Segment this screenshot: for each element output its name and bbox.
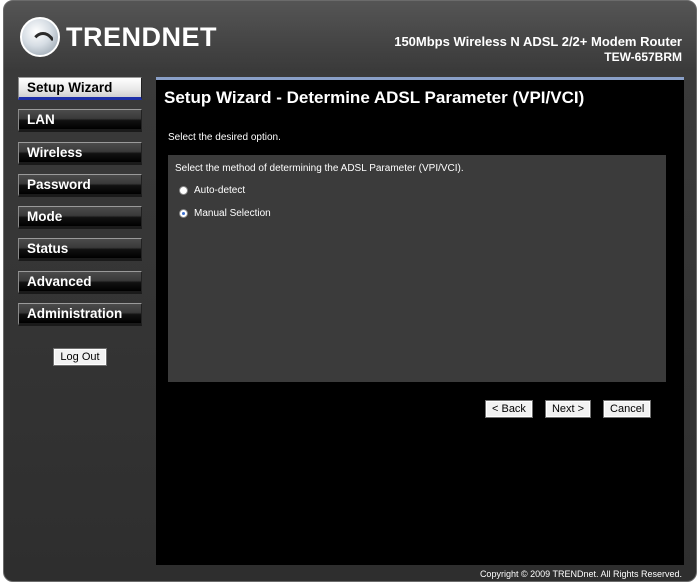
router-admin-window: TRENDNET 150Mbps Wireless N ADSL 2/2+ Mo… [3, 0, 697, 582]
sidebar-item-mode[interactable]: Mode [18, 206, 142, 230]
logout-button[interactable]: Log Out [53, 348, 107, 366]
auto-detect-radio[interactable] [179, 186, 188, 195]
instruction-text: Select the desired option. [168, 132, 281, 143]
option-box: Select the method of determining the ADS… [168, 155, 666, 382]
sidebar-item-password[interactable]: Password [18, 173, 142, 197]
wizard-actions: < Back Next > Cancel [485, 400, 652, 418]
product-info: 150Mbps Wireless N ADSL 2/2+ Modem Route… [394, 34, 682, 64]
product-name: 150Mbps Wireless N ADSL 2/2+ Modem Route… [394, 34, 682, 49]
manual-selection-radio[interactable] [179, 209, 188, 218]
next-button[interactable]: Next > [544, 400, 592, 418]
sidebar-item-lan[interactable]: LAN [18, 109, 142, 133]
auto-detect-option[interactable]: Auto-detect [179, 185, 245, 196]
manual-selection-label: Manual Selection [194, 208, 271, 219]
manual-selection-option[interactable]: Manual Selection [179, 208, 271, 219]
sidebar-item-advanced[interactable]: Advanced [18, 270, 142, 294]
trendnet-logo: TRENDNET [20, 15, 217, 59]
logout-container: Log Out [18, 347, 142, 366]
sidebar-item-administration[interactable]: Administration [18, 303, 142, 327]
sidebar-item-setup-wizard[interactable]: Setup Wizard [18, 77, 142, 100]
main-panel: Setup Wizard - Determine ADSL Parameter … [156, 77, 684, 565]
page-title: Setup Wizard - Determine ADSL Parameter … [164, 88, 585, 107]
sidebar-item-status[interactable]: Status [18, 238, 142, 262]
logo-text: TRENDNET [66, 21, 217, 52]
sidebar-nav: Setup Wizard LAN Wireless Password Mode … [18, 77, 142, 366]
copyright-text: Copyright © 2009 TRENDnet. All Rights Re… [479, 569, 682, 579]
trendnet-logo-icon [20, 17, 60, 57]
sidebar-item-wireless[interactable]: Wireless [18, 141, 142, 165]
option-box-label: Select the method of determining the ADS… [175, 163, 464, 174]
auto-detect-label: Auto-detect [194, 185, 246, 196]
model-number: TEW-657BRM [604, 50, 682, 64]
cancel-button[interactable]: Cancel [603, 400, 652, 418]
back-button[interactable]: < Back [485, 400, 533, 418]
